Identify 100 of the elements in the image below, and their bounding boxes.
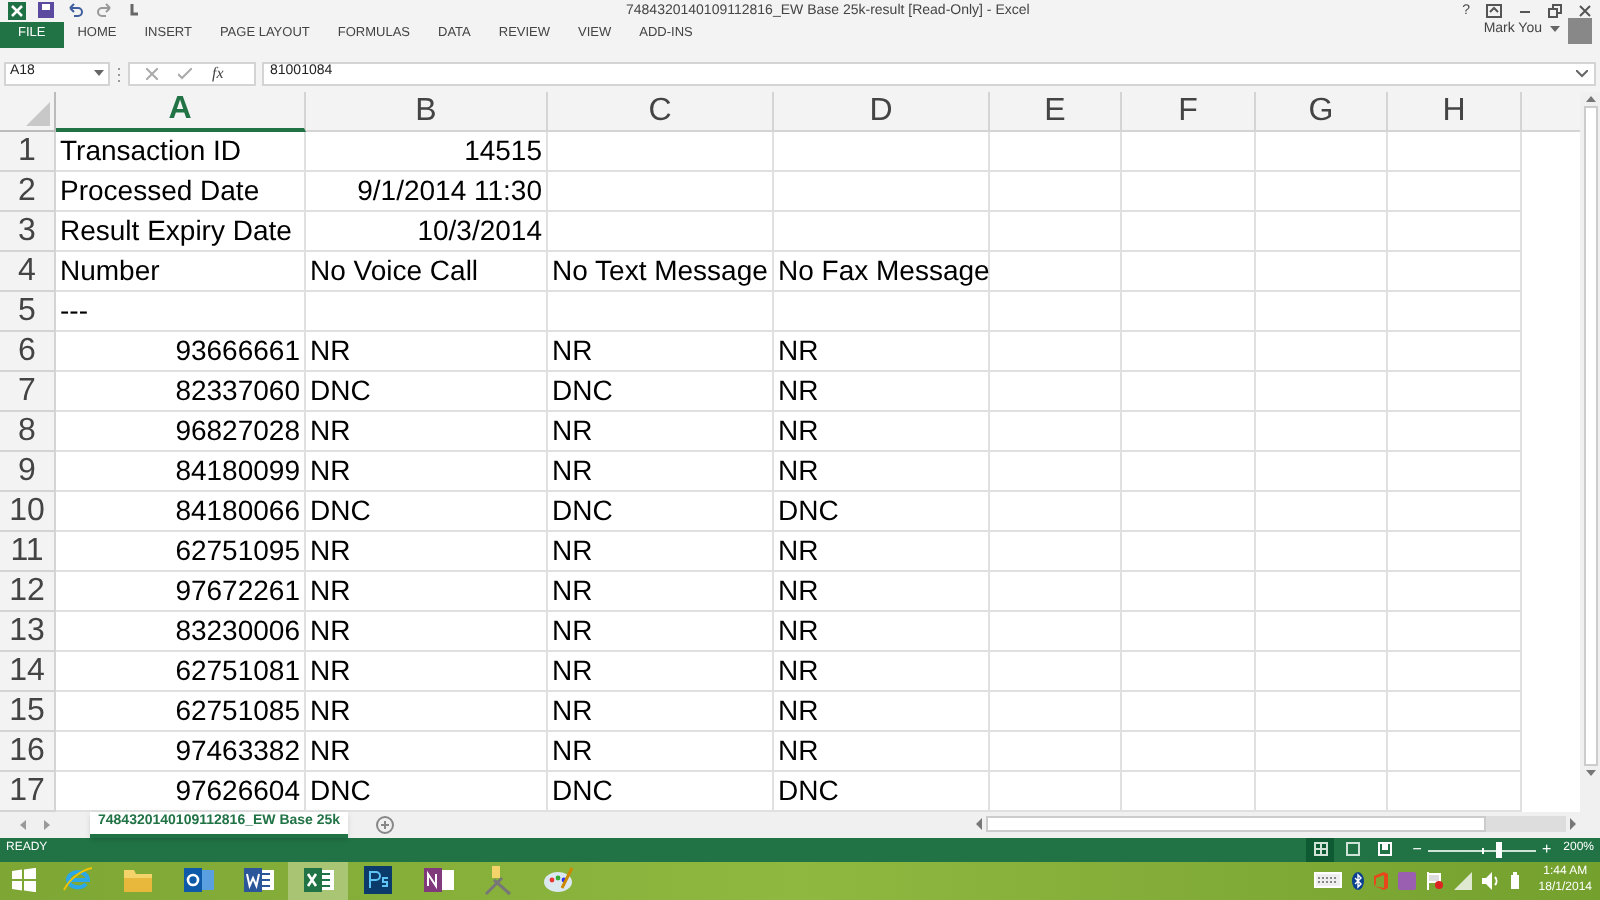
table-cell[interactable] — [1256, 372, 1388, 413]
taskbar-app-button[interactable] — [288, 861, 348, 900]
table-cell[interactable]: NR — [548, 532, 774, 573]
table-cell[interactable] — [1388, 732, 1522, 773]
table-cell[interactable]: DNC — [774, 492, 990, 533]
table-cell[interactable]: 97463382 — [56, 732, 306, 773]
table-cell[interactable]: No Voice Call — [306, 252, 548, 293]
keyboard-icon[interactable] — [1314, 872, 1343, 889]
table-cell[interactable] — [990, 532, 1122, 573]
column-header[interactable]: C — [548, 92, 774, 133]
row-header[interactable]: 10 — [0, 492, 56, 533]
row-header[interactable]: 6 — [0, 332, 56, 373]
row-header[interactable]: 14 — [0, 652, 56, 693]
table-cell[interactable] — [1122, 572, 1256, 613]
row-header[interactable]: 9 — [0, 452, 56, 493]
table-cell[interactable]: 97672261 — [56, 572, 306, 613]
table-cell[interactable]: Result Expiry Date — [56, 212, 306, 253]
table-cell[interactable]: NR — [306, 732, 548, 773]
row-header[interactable]: 11 — [0, 532, 56, 573]
table-cell[interactable] — [1122, 172, 1256, 213]
table-cell[interactable] — [1388, 572, 1522, 613]
check-icon[interactable] — [178, 67, 192, 80]
table-cell[interactable] — [990, 652, 1122, 693]
undo-icon[interactable] — [66, 2, 84, 19]
flag-icon[interactable] — [1426, 871, 1445, 890]
table-cell[interactable] — [1388, 532, 1522, 573]
table-cell[interactable]: NR — [774, 692, 990, 733]
table-cell[interactable] — [1256, 532, 1388, 573]
table-cell[interactable] — [1122, 492, 1256, 533]
speaker-icon[interactable] — [1482, 871, 1501, 890]
table-cell[interactable]: 96827028 — [56, 412, 306, 453]
table-cell[interactable]: NR — [306, 572, 548, 613]
table-cell[interactable]: DNC — [306, 372, 548, 413]
row-header[interactable]: 8 — [0, 412, 56, 453]
table-cell[interactable] — [1122, 692, 1256, 733]
sheet-next-icon[interactable] — [42, 819, 50, 830]
table-cell[interactable]: NR — [306, 452, 548, 493]
row-header[interactable]: 1 — [0, 132, 56, 173]
table-cell[interactable] — [990, 252, 1122, 293]
table-cell[interactable]: NR — [548, 692, 774, 733]
close-icon[interactable] — [1578, 4, 1592, 18]
table-cell[interactable] — [1388, 172, 1522, 213]
table-cell[interactable] — [990, 612, 1122, 653]
insert-function-button[interactable]: fx — [212, 61, 224, 86]
table-cell[interactable]: NR — [306, 532, 548, 573]
row-header[interactable]: 7 — [0, 372, 56, 413]
dropdown-caret-icon[interactable] — [1550, 26, 1560, 35]
table-cell[interactable]: 62751081 — [56, 652, 306, 693]
redo-icon[interactable] — [96, 2, 114, 19]
table-cell[interactable]: NR — [548, 412, 774, 453]
table-cell[interactable]: NR — [774, 572, 990, 613]
table-cell[interactable]: NR — [306, 412, 548, 453]
table-cell[interactable]: --- — [56, 292, 306, 333]
table-cell[interactable]: NR — [774, 732, 990, 773]
table-cell[interactable] — [1388, 132, 1522, 173]
table-cell[interactable] — [1388, 652, 1522, 693]
table-cell[interactable]: DNC — [306, 492, 548, 533]
row-header[interactable]: 5 — [0, 292, 56, 333]
table-cell[interactable]: NR — [548, 612, 774, 653]
table-cell[interactable] — [990, 732, 1122, 773]
table-cell[interactable] — [1256, 412, 1388, 453]
table-cell[interactable]: NR — [548, 332, 774, 373]
table-cell[interactable] — [1122, 212, 1256, 253]
column-header[interactable]: E — [990, 92, 1122, 133]
restore-icon[interactable] — [1548, 4, 1562, 18]
table-cell[interactable] — [1122, 612, 1256, 653]
table-cell[interactable]: NR — [774, 332, 990, 373]
table-cell[interactable] — [548, 172, 774, 213]
onenote-tray-icon[interactable] — [1398, 871, 1417, 890]
table-cell[interactable] — [990, 332, 1122, 373]
table-cell[interactable]: 10/3/2014 — [306, 212, 548, 253]
table-cell[interactable]: NR — [774, 452, 990, 493]
select-all-button[interactable] — [0, 92, 56, 133]
row-header[interactable]: 3 — [0, 212, 56, 253]
table-cell[interactable]: NR — [548, 732, 774, 773]
table-cell[interactable] — [990, 492, 1122, 533]
table-cell[interactable]: 93666661 — [56, 332, 306, 373]
table-cell[interactable]: NR — [548, 572, 774, 613]
table-cell[interactable] — [1256, 652, 1388, 693]
table-cell[interactable]: NR — [774, 652, 990, 693]
table-cell[interactable]: 82337060 — [56, 372, 306, 413]
scroll-down-icon[interactable] — [1583, 766, 1597, 781]
table-cell[interactable]: 84180066 — [56, 492, 306, 533]
save-icon[interactable] — [38, 2, 54, 19]
table-cell[interactable] — [1122, 452, 1256, 493]
table-cell[interactable] — [990, 212, 1122, 253]
zoom-out-button[interactable]: − — [1412, 841, 1422, 858]
table-cell[interactable] — [1388, 492, 1522, 533]
row-header[interactable]: 15 — [0, 692, 56, 733]
table-cell[interactable] — [306, 292, 548, 333]
touch-mode-icon[interactable] — [126, 2, 142, 19]
table-cell[interactable] — [1256, 732, 1388, 773]
row-header[interactable]: 4 — [0, 252, 56, 293]
table-cell[interactable] — [1256, 212, 1388, 253]
ribbon-display-icon[interactable] — [1486, 4, 1502, 18]
table-cell[interactable] — [990, 452, 1122, 493]
column-header[interactable]: A — [56, 92, 306, 133]
office-icon[interactable] — [1374, 871, 1389, 890]
table-cell[interactable]: NR — [774, 532, 990, 573]
table-cell[interactable] — [1256, 452, 1388, 493]
